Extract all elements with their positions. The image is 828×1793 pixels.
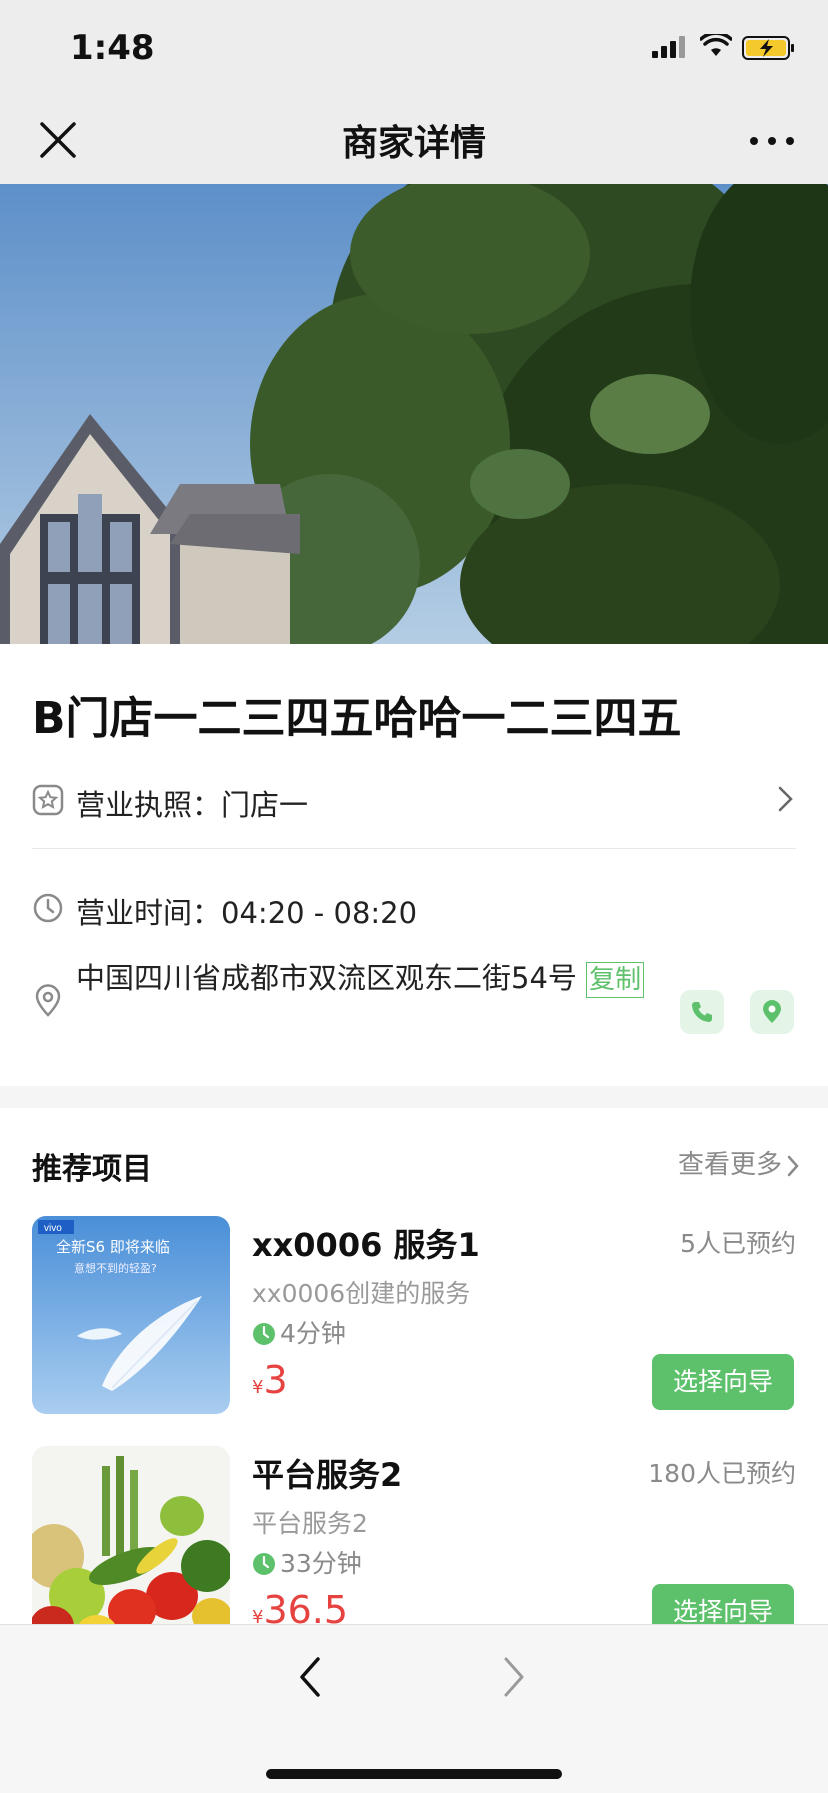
back-arrow-icon[interactable] xyxy=(296,1655,326,1699)
clock-icon xyxy=(253,1323,275,1345)
copy-address-button[interactable]: 复制 xyxy=(586,962,645,998)
hours-row: 营业时间：04:20 - 08:20 xyxy=(32,882,796,942)
price-value: 36.5 xyxy=(263,1588,349,1628)
location-pin-icon xyxy=(763,1000,781,1023)
phone-icon xyxy=(692,1002,712,1022)
view-more-label: 查看更多 xyxy=(677,1150,782,1180)
license-value: 门店一 xyxy=(221,788,309,822)
hours-label: 营业时间： xyxy=(76,896,222,930)
store-photo xyxy=(0,184,828,644)
list-item[interactable]: vivo 全新S6 即将来临 意想不到的轻盈? xx0006 服务1 5人已预约… xyxy=(32,1216,796,1416)
view-more-link[interactable]: 查看更多 xyxy=(678,1144,800,1181)
booking-count: 5人已预约 xyxy=(680,1229,796,1258)
booking-count: 180人已预约 xyxy=(648,1459,796,1488)
store-info-card: B门店一二三四五哈哈一二三四五 营业执照：门店一 营业时间：04:20 - 08… xyxy=(0,644,828,1086)
address-row: 中国四川省成都市双流区观东二街54号 复制 xyxy=(32,956,796,1066)
clock-icon xyxy=(33,893,63,923)
store-name: B门店一二三四五哈哈一二三四五 xyxy=(32,693,682,744)
cellular-signal-icon xyxy=(652,36,685,58)
list-item[interactable]: 平台服务2 180人已预约 平台服务2 33分钟 ¥36.5 选择向导 xyxy=(32,1446,796,1628)
chevron-right-icon xyxy=(787,1155,799,1176)
battery-charging-icon xyxy=(742,36,794,60)
clock-icon xyxy=(253,1553,275,1575)
location-pin-icon xyxy=(35,984,61,1017)
address-text: 中国四川省成都市双流区观东二街54号 复制 xyxy=(76,956,656,1000)
thumb-subtitle: 意想不到的轻盈? xyxy=(74,1261,157,1275)
service-thumbnail: vivo 全新S6 即将来临 意想不到的轻盈? xyxy=(32,1216,230,1414)
wifi-icon xyxy=(700,34,732,56)
currency-symbol: ¥ xyxy=(252,1377,264,1398)
status-time: 1:48 xyxy=(70,28,155,68)
thumb-title: 全新S6 即将来临 xyxy=(56,1238,170,1256)
service-duration: 33分钟 xyxy=(252,1544,362,1580)
duration-value: 4分钟 xyxy=(280,1319,346,1348)
status-bar: 1:48 xyxy=(0,0,828,96)
license-badge-icon xyxy=(32,784,64,816)
duration-value: 33分钟 xyxy=(280,1549,362,1578)
service-description: 平台服务2 xyxy=(252,1509,368,1538)
service-name: 平台服务2 xyxy=(252,1456,403,1494)
service-price: ¥3 xyxy=(252,1358,288,1402)
address-value: 中国四川省成都市双流区观东二街54号 xyxy=(76,961,577,995)
license-text: 营业执照：门店一 xyxy=(76,782,308,824)
price-value: 3 xyxy=(263,1358,288,1402)
service-price: ¥36.5 xyxy=(252,1588,348,1628)
recommend-section: 推荐项目 查看更多 vivo 全新S6 即将来临 意想不到的轻盈? xx0006… xyxy=(0,1108,828,1628)
divider xyxy=(32,848,796,849)
service-duration: 4分钟 xyxy=(252,1314,346,1350)
hours-text: 营业时间：04:20 - 08:20 xyxy=(76,890,417,932)
service-description: xx0006创建的服务 xyxy=(252,1279,471,1308)
bottom-toolbar xyxy=(0,1624,828,1793)
service-thumbnail xyxy=(32,1446,230,1628)
select-guide-button[interactable]: 选择向导 xyxy=(652,1584,794,1628)
service-name: xx0006 服务1 xyxy=(252,1226,480,1264)
chevron-right-icon xyxy=(778,786,793,812)
thumb-brand: vivo xyxy=(44,1223,62,1234)
select-guide-button[interactable]: 选择向导 xyxy=(652,1354,794,1410)
nav-bar: 商家详情 xyxy=(0,96,828,184)
license-label: 营业执照： xyxy=(76,788,222,822)
license-row[interactable]: 营业执照：门店一 xyxy=(32,774,796,834)
call-button[interactable] xyxy=(680,990,724,1034)
hours-value: 04:20 - 08:20 xyxy=(221,896,418,930)
more-icon[interactable] xyxy=(748,126,796,156)
forward-arrow-icon[interactable] xyxy=(498,1655,528,1699)
navigate-button[interactable] xyxy=(750,990,794,1034)
home-indicator xyxy=(266,1769,562,1779)
page-title: 商家详情 xyxy=(341,123,486,164)
recommend-title: 推荐项目 xyxy=(32,1152,152,1187)
